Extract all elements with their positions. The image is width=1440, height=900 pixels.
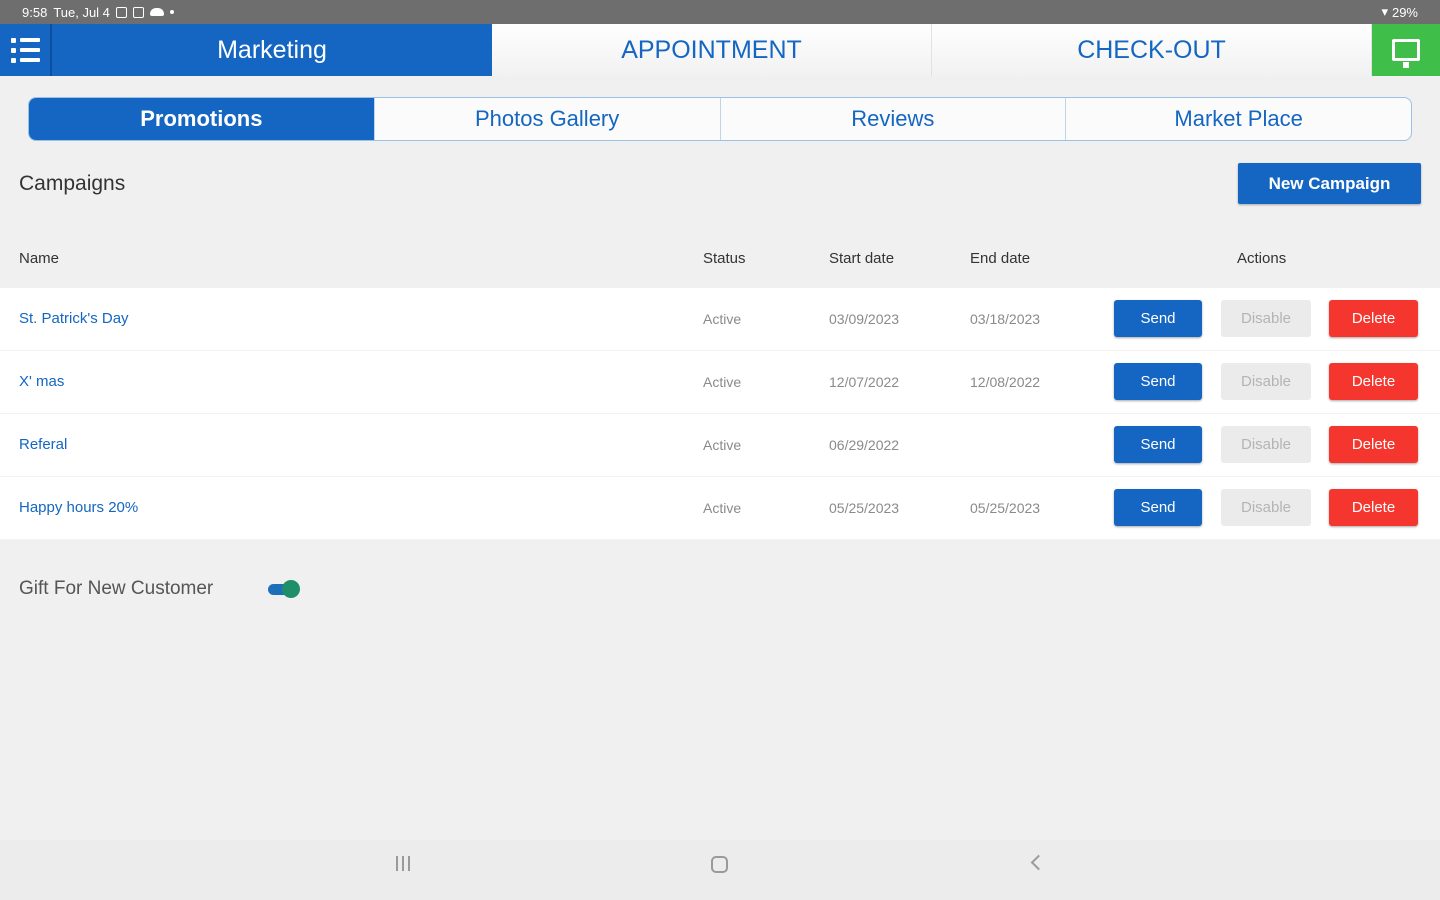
menu-icon [10,37,40,43]
column-header-status: Status [703,250,746,267]
cloud-icon [149,8,164,16]
subtab-photos-gallery[interactable]: Photos Gallery [375,98,721,140]
table-row: X' mas Active 12/07/2022 12/08/2022 Send… [0,351,1440,414]
delete-button[interactable]: Delete [1329,426,1418,463]
table-header: Name Status Start date End date Actions [0,238,1440,278]
monitor-icon [1392,39,1420,68]
campaigns-title: Campaigns [19,172,126,195]
campaign-end-date: 05/25/2023 [970,500,1041,516]
send-button[interactable]: Send [1114,426,1202,463]
column-header-name: Name [19,250,60,267]
table-row: Referal Active 06/29/2022 Send Disable D… [0,414,1440,477]
subtab-market-place[interactable]: Market Place [1066,98,1411,140]
check-notification-icon [132,6,144,18]
campaign-status: Active [703,311,742,327]
table-row: Happy hours 20% Active 05/25/2023 05/25/… [0,477,1440,540]
campaign-status: Active [703,437,742,453]
column-header-start-date: Start date [829,250,895,267]
battery-level: 29% [1391,4,1418,20]
campaign-end-date: 03/18/2023 [970,311,1041,327]
campaign-end-date: 12/08/2022 [970,374,1041,390]
campaign-status: Active [703,500,742,516]
send-button[interactable]: Send [1114,363,1202,400]
delete-button[interactable]: Delete [1329,489,1418,526]
new-campaign-button[interactable]: New Campaign [1238,163,1421,204]
system-status-bar: 9:58 Tue, Jul 4 ▾ 29% [0,0,1440,24]
menu-button[interactable] [0,24,52,76]
delete-button[interactable]: Delete [1329,363,1418,400]
disable-button[interactable]: Disable [1221,363,1311,400]
system-navigation-bar [0,840,1440,900]
campaign-start-date: 12/07/2022 [829,374,900,390]
toggle-thumb [282,580,300,598]
gallery-notification-icon [115,6,127,18]
gift-new-customer-label: Gift For New Customer [19,578,214,599]
campaign-name-link[interactable]: Referal [19,436,67,453]
campaign-name-link[interactable]: Happy hours 20% [19,499,138,516]
campaign-name-link[interactable]: St. Patrick's Day [19,310,129,327]
recent-apps-icon[interactable] [396,856,410,871]
campaign-start-date: 05/25/2023 [829,500,900,516]
campaigns-table: St. Patrick's Day Active 03/09/2023 03/1… [0,288,1440,540]
gift-new-customer-toggle[interactable] [268,579,302,599]
tab-checkout[interactable]: CHECK-OUT [932,24,1372,76]
campaign-status: Active [703,374,742,390]
delete-button[interactable]: Delete [1329,300,1418,337]
send-button[interactable]: Send [1114,489,1202,526]
wifi-signal-icon: ▾ [1381,4,1388,19]
campaign-name-link[interactable]: X' mas [19,373,64,390]
disable-button[interactable]: Disable [1221,300,1311,337]
display-screen-button[interactable] [1372,24,1440,76]
campaign-start-date: 06/29/2022 [829,437,900,453]
disable-button[interactable]: Disable [1221,426,1311,463]
marketing-subtabs: Promotions Photos Gallery Reviews Market… [28,97,1412,141]
table-row: St. Patrick's Day Active 03/09/2023 03/1… [0,288,1440,351]
subtab-promotions[interactable]: Promotions [29,98,375,140]
column-header-actions: Actions [1237,250,1287,267]
status-date: Tue, Jul 4 [53,4,110,20]
status-time: 9:58 [22,4,48,20]
tab-appointment[interactable]: APPOINTMENT [492,24,932,76]
disable-button[interactable]: Disable [1221,489,1311,526]
tab-marketing[interactable]: Marketing [52,24,492,76]
subtab-reviews[interactable]: Reviews [721,98,1067,140]
top-navigation: Marketing APPOINTMENT CHECK-OUT [0,24,1440,76]
back-icon[interactable] [1030,854,1047,871]
send-button[interactable]: Send [1114,300,1202,337]
more-notifications-icon [169,10,174,14]
column-header-end-date: End date [970,250,1031,267]
home-icon[interactable] [711,856,728,873]
campaign-start-date: 03/09/2023 [829,311,900,327]
